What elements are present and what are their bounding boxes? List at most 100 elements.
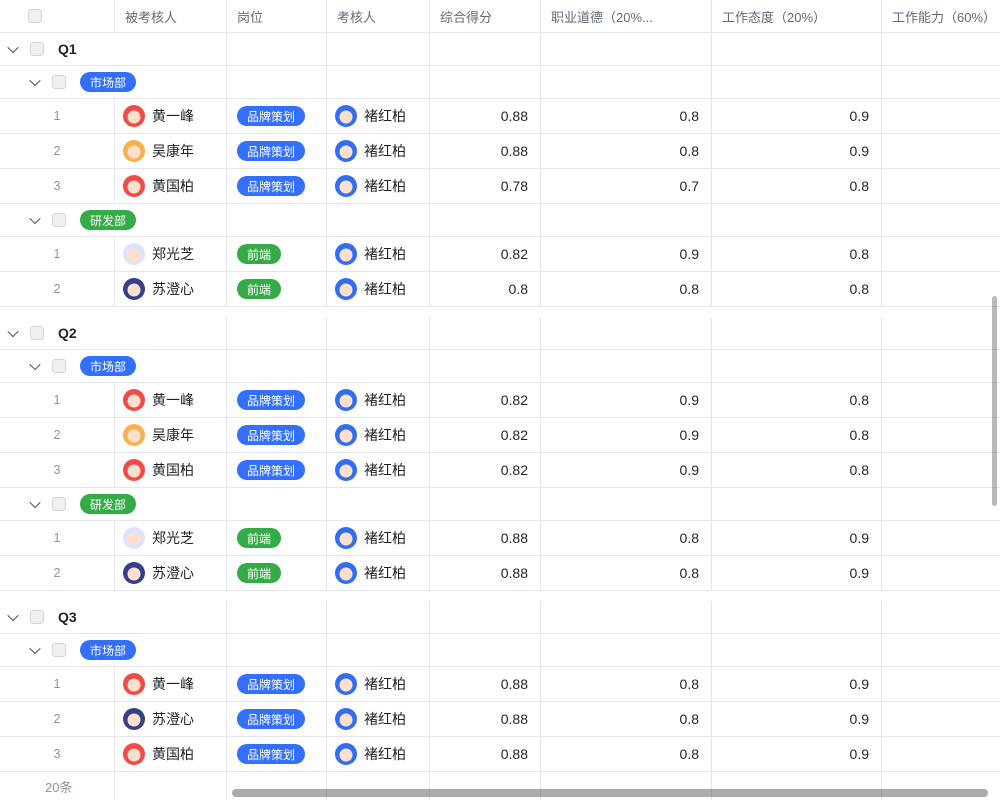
column-header-score[interactable]: 综合得分 [430,0,541,33]
score-cell[interactable]: 0.88 [430,556,541,591]
collapse-quarter-icon[interactable] [7,42,18,53]
ethics-cell[interactable]: 0.7 [541,169,712,204]
ethics-cell[interactable]: 0.9 [541,237,712,272]
column-header-attitude[interactable]: 工作态度（20%） [712,0,882,33]
column-header-ability[interactable]: 工作能力（60%） [882,0,1000,33]
ability-cell[interactable] [882,169,1000,204]
ethics-cell[interactable]: 0.8 [541,556,712,591]
attitude-cell[interactable]: 0.8 [712,418,882,453]
attitude-cell[interactable]: 0.8 [712,272,882,307]
department-select-checkbox[interactable] [52,213,66,227]
collapse-quarter-icon[interactable] [7,326,18,337]
attitude-cell[interactable]: 0.9 [712,737,882,772]
assessor-cell[interactable]: 褚红柏 [327,99,430,134]
assessor-cell[interactable]: 褚红柏 [327,237,430,272]
ability-cell[interactable] [882,556,1000,591]
score-cell[interactable]: 0.82 [430,418,541,453]
horizontal-scrollbar-thumb[interactable] [232,789,988,797]
table-row[interactable]: 2吴康年品牌策划褚红柏0.880.80.9 [0,134,1000,169]
table-row[interactable]: 3黄国柏品牌策划褚红柏0.780.70.8 [0,169,1000,204]
table-row[interactable]: 2苏澄心品牌策划褚红柏0.880.80.9 [0,702,1000,737]
column-header-position[interactable]: 岗位 [227,0,327,33]
assessee-cell[interactable]: 黄一峰 [115,667,227,702]
vertical-scrollbar-thumb[interactable] [992,296,997,506]
position-cell[interactable]: 品牌策划 [227,99,327,134]
position-cell[interactable]: 品牌策划 [227,667,327,702]
attitude-cell[interactable]: 0.9 [712,667,882,702]
assessee-cell[interactable]: 黄一峰 [115,99,227,134]
score-cell[interactable]: 0.78 [430,169,541,204]
collapse-department-icon[interactable] [29,497,40,508]
attitude-cell[interactable]: 0.9 [712,702,882,737]
attitude-cell[interactable]: 0.8 [712,237,882,272]
assessor-cell[interactable]: 褚红柏 [327,134,430,169]
position-cell[interactable]: 前端 [227,521,327,556]
score-cell[interactable]: 0.8 [430,272,541,307]
collapse-department-icon[interactable] [29,643,40,654]
column-header-ethics[interactable]: 职业道德（20%... [541,0,712,33]
score-cell[interactable]: 0.88 [430,667,541,702]
department-select-checkbox[interactable] [52,359,66,373]
position-cell[interactable]: 前端 [227,237,327,272]
ability-cell[interactable] [882,453,1000,488]
ability-cell[interactable] [882,134,1000,169]
collapse-department-icon[interactable] [29,213,40,224]
ability-cell[interactable] [882,237,1000,272]
attitude-cell[interactable]: 0.9 [712,521,882,556]
ability-cell[interactable] [882,418,1000,453]
quarter-select-checkbox[interactable] [30,610,44,624]
quarter-select-checkbox[interactable] [30,326,44,340]
table-row[interactable]: 1黄一峰品牌策划褚红柏0.880.80.9 [0,99,1000,134]
assessee-cell[interactable]: 黄国柏 [115,453,227,488]
position-cell[interactable]: 品牌策划 [227,418,327,453]
score-cell[interactable]: 0.88 [430,134,541,169]
position-cell[interactable]: 前端 [227,556,327,591]
assessee-cell[interactable]: 黄国柏 [115,737,227,772]
ethics-cell[interactable]: 0.8 [541,134,712,169]
attitude-cell[interactable]: 0.9 [712,134,882,169]
collapse-quarter-icon[interactable] [7,610,18,621]
assessee-cell[interactable]: 郑光芝 [115,237,227,272]
department-select-checkbox[interactable] [52,75,66,89]
assessee-cell[interactable]: 苏澄心 [115,556,227,591]
assessor-cell[interactable]: 褚红柏 [327,521,430,556]
position-cell[interactable]: 品牌策划 [227,169,327,204]
assessee-cell[interactable]: 黄国柏 [115,169,227,204]
score-cell[interactable]: 0.82 [430,383,541,418]
department-select-checkbox[interactable] [52,497,66,511]
table-row[interactable]: 2苏澄心前端褚红柏0.80.80.8 [0,272,1000,307]
assessee-cell[interactable]: 苏澄心 [115,272,227,307]
table-row[interactable]: 1黄一峰品牌策划褚红柏0.820.90.8 [0,383,1000,418]
score-cell[interactable]: 0.88 [430,737,541,772]
ethics-cell[interactable]: 0.8 [541,702,712,737]
position-cell[interactable]: 品牌策划 [227,383,327,418]
score-cell[interactable]: 0.82 [430,237,541,272]
ability-cell[interactable] [882,383,1000,418]
assessor-cell[interactable]: 褚红柏 [327,383,430,418]
ethics-cell[interactable]: 0.8 [541,521,712,556]
ability-cell[interactable] [882,272,1000,307]
ethics-cell[interactable]: 0.8 [541,99,712,134]
ethics-cell[interactable]: 0.9 [541,453,712,488]
position-cell[interactable]: 品牌策划 [227,702,327,737]
collapse-department-icon[interactable] [29,75,40,86]
ability-cell[interactable] [882,702,1000,737]
assessee-cell[interactable]: 吴康年 [115,418,227,453]
table-row[interactable]: 1黄一峰品牌策划褚红柏0.880.80.9 [0,667,1000,702]
position-cell[interactable]: 品牌策划 [227,737,327,772]
ethics-cell[interactable]: 0.8 [541,667,712,702]
attitude-cell[interactable]: 0.8 [712,453,882,488]
ability-cell[interactable] [882,737,1000,772]
department-select-checkbox[interactable] [52,643,66,657]
position-cell[interactable]: 品牌策划 [227,134,327,169]
column-header-assessee[interactable]: 被考核人 [115,0,227,33]
table-row[interactable]: 1郑光芝前端褚红柏0.880.80.9 [0,521,1000,556]
table-row[interactable]: 2吴康年品牌策划褚红柏0.820.90.8 [0,418,1000,453]
table-row[interactable]: 3黄国柏品牌策划褚红柏0.880.80.9 [0,737,1000,772]
position-cell[interactable]: 前端 [227,272,327,307]
ethics-cell[interactable]: 0.9 [541,418,712,453]
assessor-cell[interactable]: 褚红柏 [327,418,430,453]
position-cell[interactable]: 品牌策划 [227,453,327,488]
assessee-cell[interactable]: 郑光芝 [115,521,227,556]
score-cell[interactable]: 0.88 [430,521,541,556]
